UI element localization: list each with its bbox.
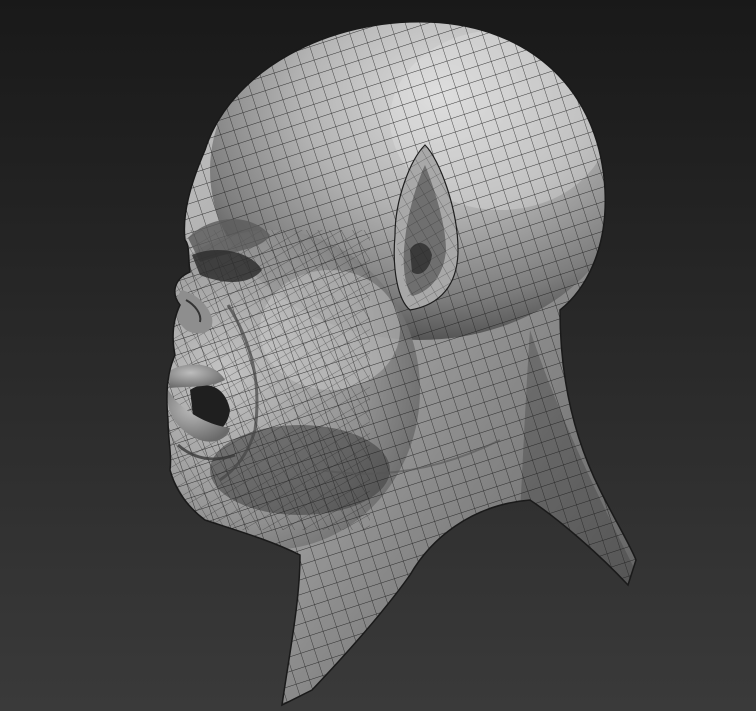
3d-viewport[interactable] [0,0,756,711]
sculpt-render [0,0,756,711]
